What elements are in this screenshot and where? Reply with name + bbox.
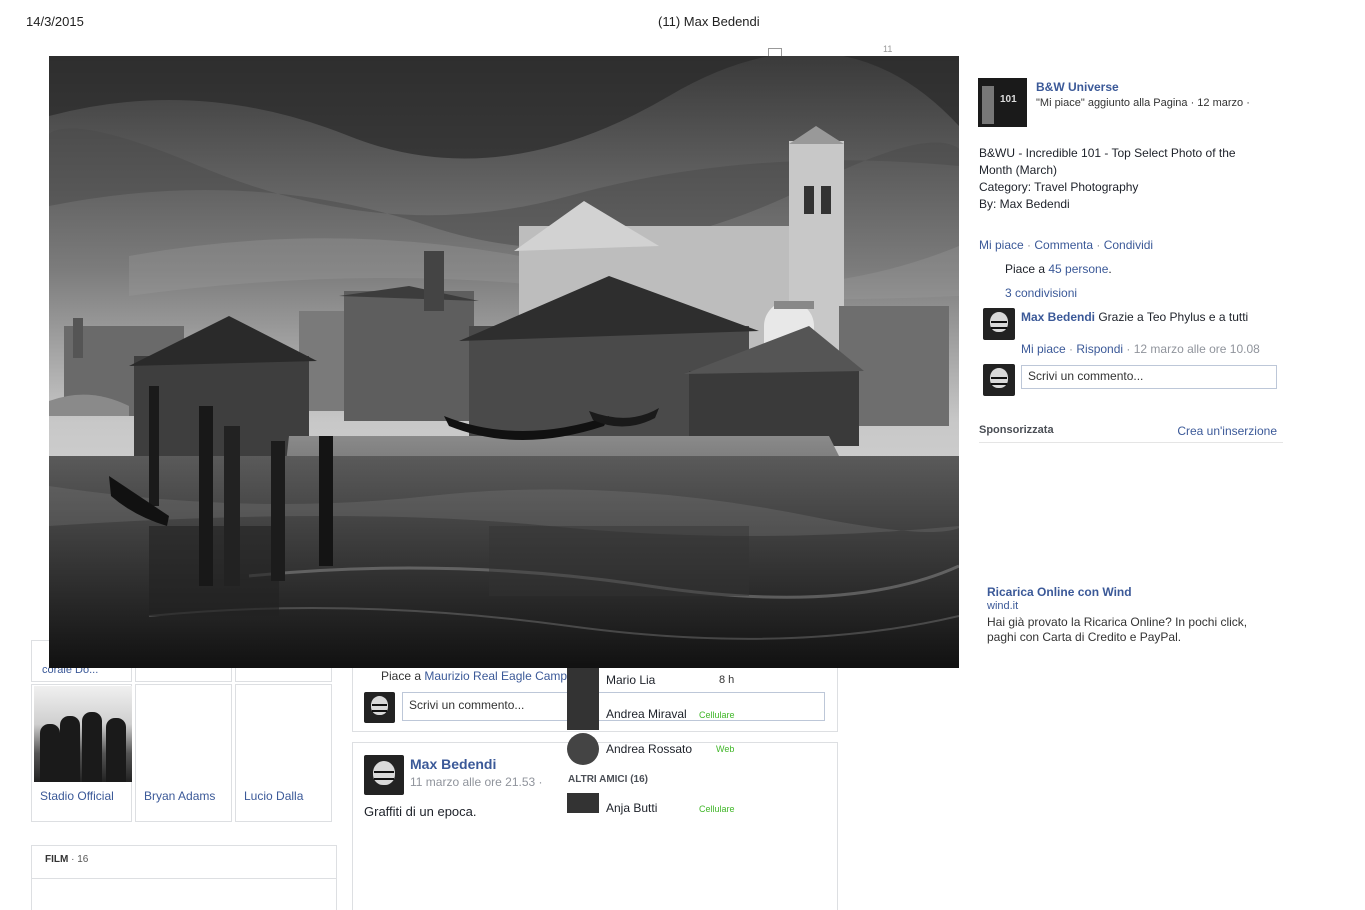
likes-prefix: Piace a	[1005, 262, 1049, 276]
sponsored-label: Sponsorizzata	[979, 424, 1054, 436]
caption-line: By: Max Bedendi	[979, 197, 1070, 211]
print-title: (11) Max Bedendi	[658, 14, 760, 29]
grid-item-label[interactable]: Bryan Adams	[144, 789, 215, 803]
photo-caption: B&WU - Incredible 101 - Top Select Photo…	[979, 145, 1269, 213]
feed-likes-link[interactable]: Maurizio Real Eagle Campi	[424, 669, 569, 683]
contact-avatar	[567, 698, 599, 730]
contact-status: Cellulare	[699, 804, 735, 814]
likes-suffix: .	[1108, 262, 1112, 276]
contact-name: Andrea Miraval	[606, 707, 687, 721]
stray-ui-fragment-icon	[768, 48, 782, 56]
photo-comment-input[interactable]: Scrivi un commento...	[1021, 365, 1277, 389]
post-author[interactable]: Max Bedendi	[410, 756, 496, 772]
film-count: · 16	[68, 854, 89, 865]
comment-mention-link[interactable]: Teo Phylus	[1147, 310, 1206, 324]
chat-contact[interactable]: Andrea Rossato Web	[567, 733, 747, 765]
comment-time[interactable]: · 12 marzo alle ore 10.08	[1123, 342, 1259, 356]
post-author-avatar[interactable]	[364, 755, 404, 795]
comment-text: Grazie a	[1095, 310, 1147, 324]
film-heading-label: FILM	[45, 854, 69, 865]
likes-summary: Piace a 45 persone.	[1005, 262, 1112, 276]
post-timestamp[interactable]: 11 marzo alle ore 21.53 ·	[410, 775, 543, 789]
current-user-avatar	[983, 364, 1015, 396]
chat-contact[interactable]: Anja Butti Cellulare	[567, 793, 747, 815]
print-date: 14/3/2015	[26, 14, 84, 29]
shares-count-link[interactable]: 3 condivisioni	[1005, 286, 1077, 300]
photo-venice-squero-icon	[49, 56, 959, 668]
band-photo[interactable]	[34, 686, 132, 782]
other-friends-heading: ALTRI AMICI (16)	[568, 774, 648, 785]
comment-reply-link[interactable]: Rispondi	[1076, 342, 1123, 356]
caption-line: Category: Travel Photography	[979, 180, 1139, 194]
likes-count-link[interactable]: 45 persone	[1048, 262, 1108, 276]
ad-text[interactable]: Hai già provato la Ricarica Online? In p…	[987, 615, 1279, 645]
theater-photo[interactable]	[49, 56, 959, 668]
film-list	[32, 878, 336, 910]
sponsored-header: Sponsorizzata Crea un'inserzione	[979, 424, 1283, 443]
share-link[interactable]: Condividi	[1104, 238, 1153, 252]
chat-contact[interactable]: Mario Lia 8 h	[567, 668, 747, 700]
grid-item-label[interactable]: Lucio Dalla	[244, 789, 303, 803]
grid-item-label[interactable]: Stadio Official	[40, 789, 114, 803]
page-activity: "Mi piace" aggiunto alla Pagina · 12 mar…	[1036, 97, 1250, 109]
chat-contact[interactable]: Andrea Miraval Cellulare	[567, 698, 747, 730]
contact-avatar	[567, 733, 599, 765]
photo-actions: Mi piace · Commenta · Condividi	[979, 238, 1154, 252]
contact-avatar	[567, 668, 599, 700]
film-section: FILM · 16	[31, 845, 337, 910]
avatar[interactable]	[364, 692, 395, 723]
caption-line: B&WU - Incredible 101 - Top Select Photo…	[979, 146, 1236, 160]
contact-name: Andrea Rossato	[606, 742, 693, 756]
comment-like-link[interactable]: Mi piace	[1021, 342, 1066, 356]
create-ad-link[interactable]: Crea un'inserzione	[1177, 424, 1277, 438]
thumb-figure-icon	[982, 86, 994, 124]
contact-status: Web	[716, 744, 735, 754]
page-thumbnail[interactable]: 101	[978, 78, 1027, 127]
contact-last-seen: 8 h	[719, 674, 735, 686]
comment-meta: Mi piace · Rispondi · 12 marzo alle ore …	[1021, 342, 1260, 356]
grid-item-bryan-adams[interactable]: Bryan Adams	[135, 684, 232, 822]
like-link[interactable]: Mi piace	[979, 238, 1024, 252]
caption-line: Month (March)	[979, 163, 1058, 177]
commenter-avatar[interactable]	[983, 308, 1015, 340]
feed-likes-prefix: Piace a	[381, 669, 425, 683]
film-heading: FILM · 16	[45, 854, 88, 865]
contact-status: Cellulare	[699, 710, 735, 720]
contact-name: Mario Lia	[606, 673, 656, 687]
comment-author-link[interactable]: Max Bedendi	[1021, 310, 1095, 324]
contact-name: Anja Butti	[606, 801, 658, 815]
comment-link[interactable]: Commenta	[1034, 238, 1093, 252]
page-name-link[interactable]: B&W Universe	[1036, 80, 1119, 94]
page-count-fragment: 11	[883, 44, 893, 54]
post-text: Graffiti di un epoca.	[364, 804, 477, 819]
feed-likes-line: Piace a Maurizio Real Eagle Campi	[381, 669, 570, 683]
comment: Max Bedendi Grazie a Teo Phylus e a tutt…	[1021, 310, 1248, 324]
contact-avatar	[567, 793, 599, 813]
grid-item-lucio-dalla[interactable]: Lucio Dalla	[235, 684, 332, 822]
ad-domain-link[interactable]: wind.it	[987, 600, 1018, 612]
ad-title-link[interactable]: Ricarica Online con Wind	[987, 585, 1132, 599]
comment-text-end: e a tutti	[1205, 310, 1249, 324]
